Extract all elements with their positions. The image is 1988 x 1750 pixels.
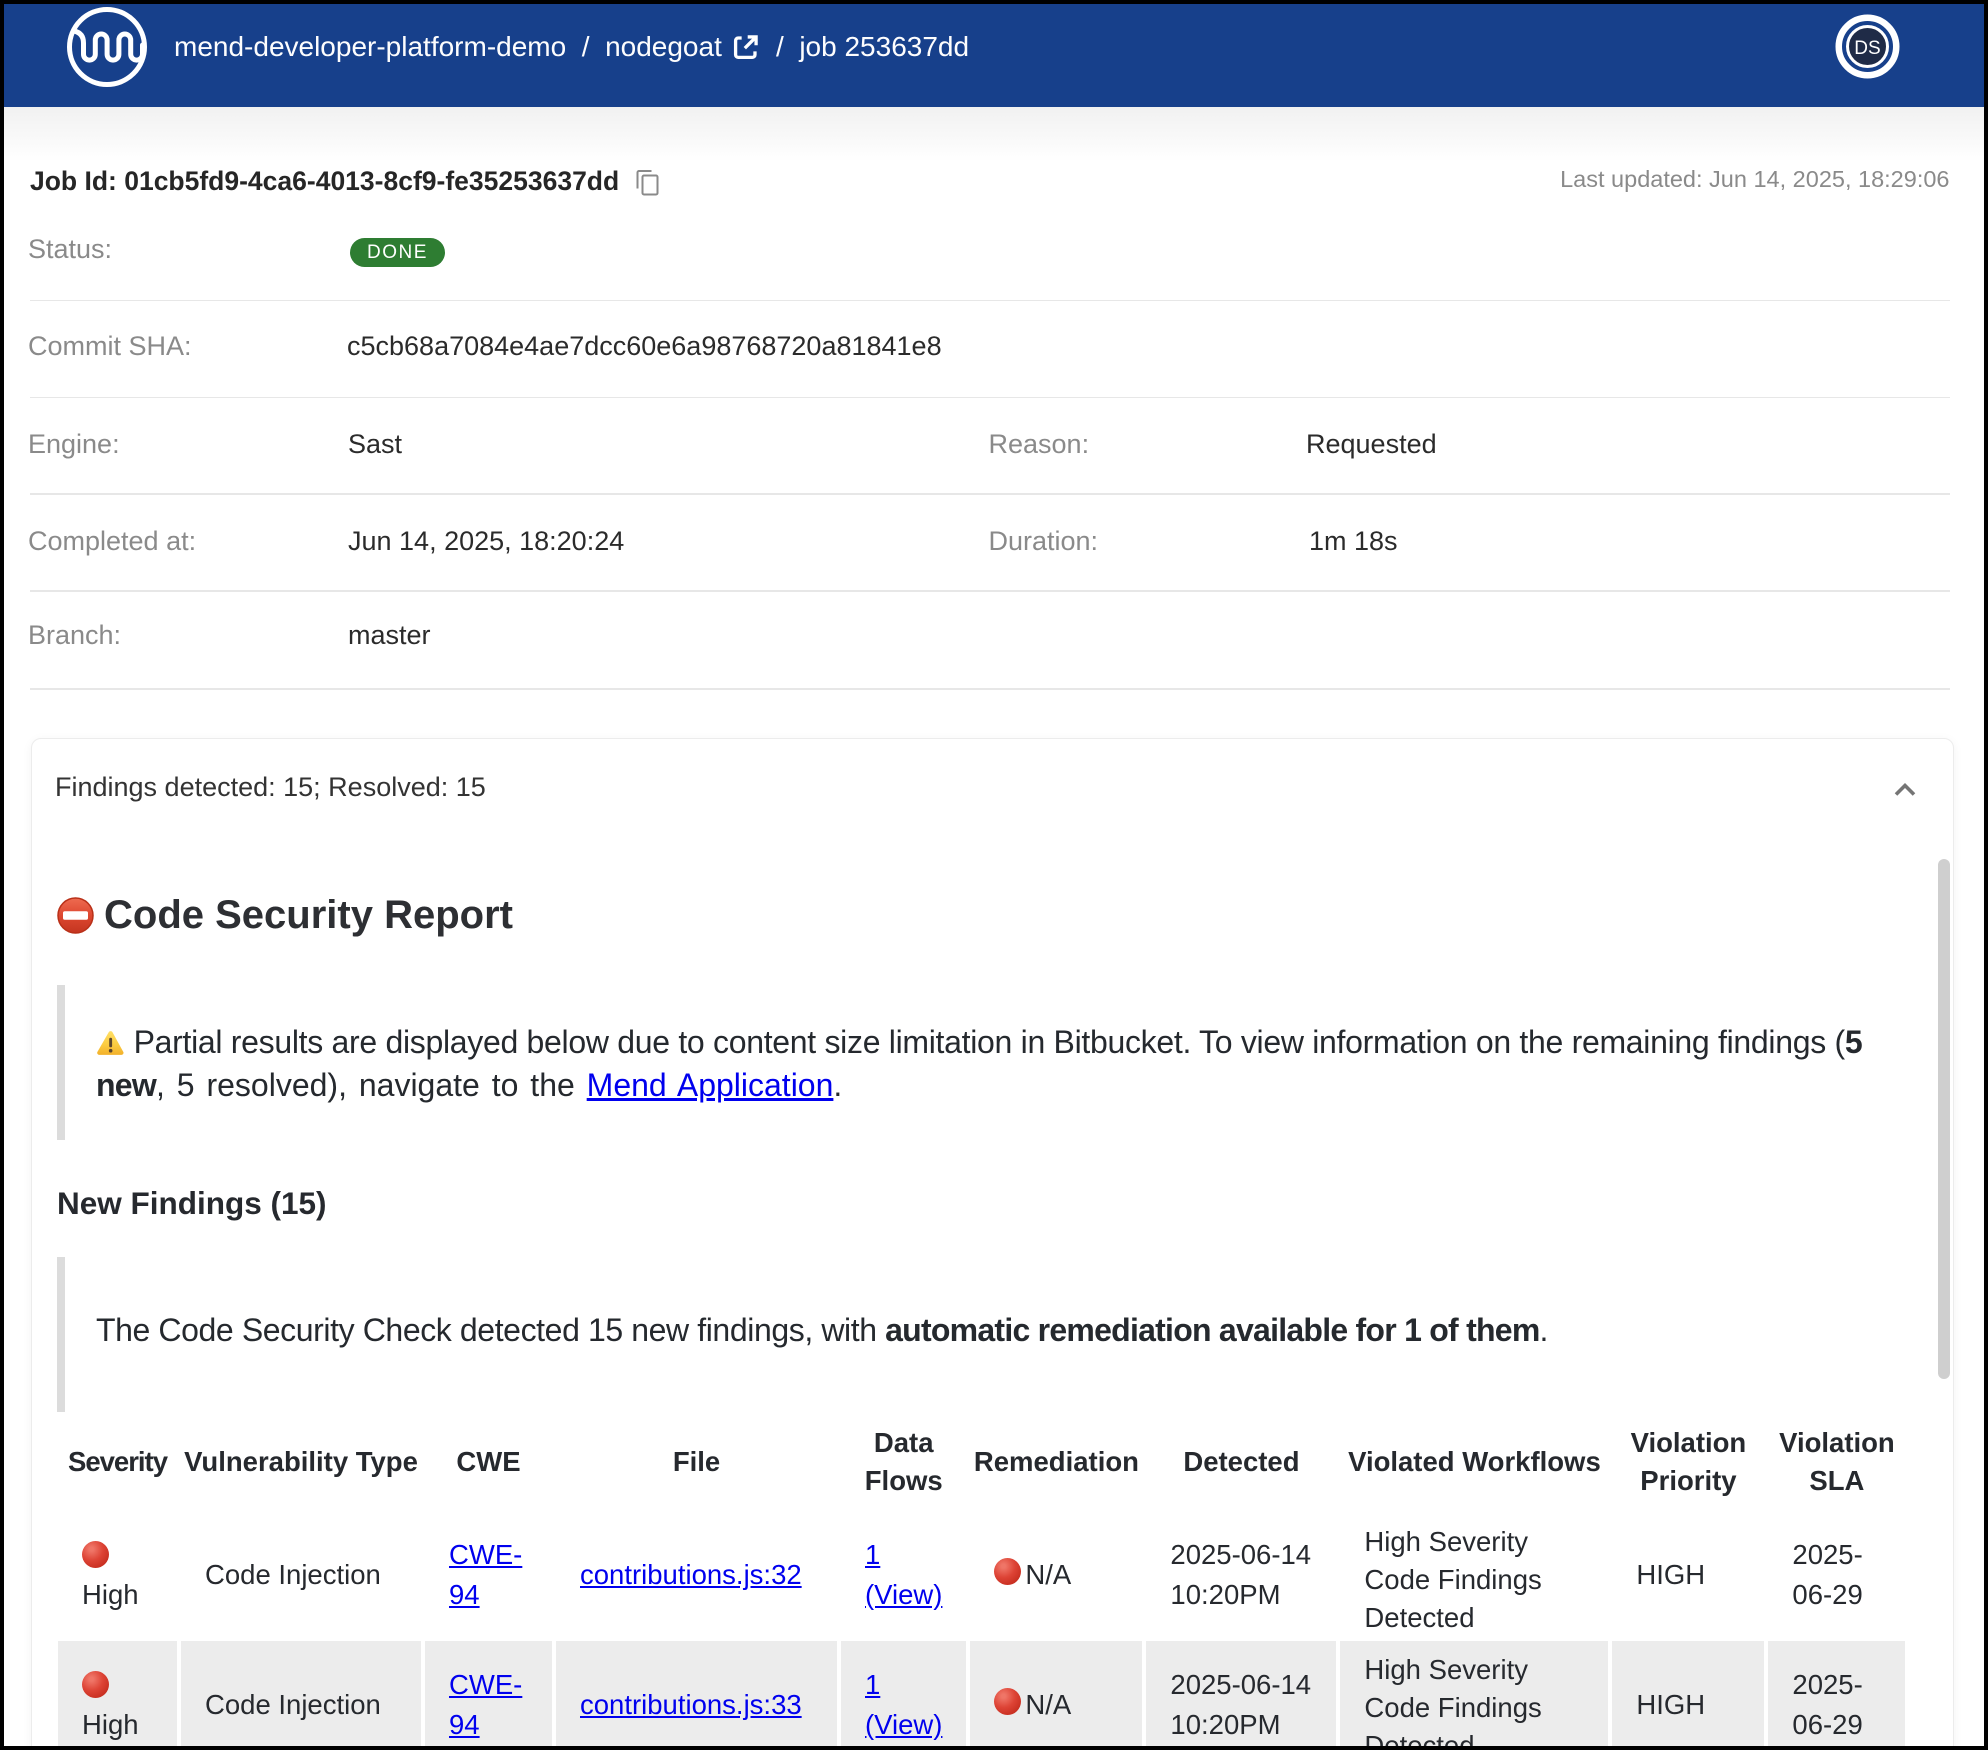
svg-text:DS: DS [1854, 38, 1880, 59]
